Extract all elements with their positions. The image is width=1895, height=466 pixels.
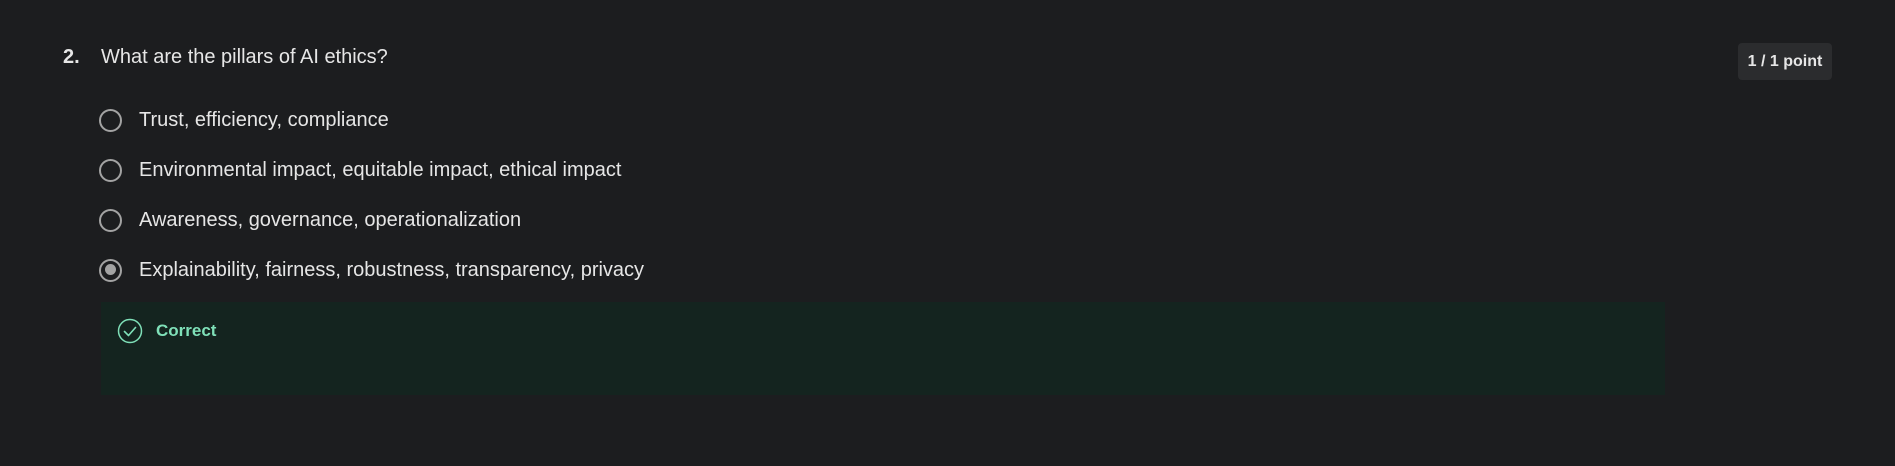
question-text: What are the pillars of AI ethics? <box>101 46 388 68</box>
radio-button[interactable] <box>99 158 122 182</box>
answer-option-3[interactable]: Awareness, governance, operationalizatio… <box>99 206 644 234</box>
quiz-question: 2. What are the pillars of AI ethics? 1 … <box>0 0 1895 466</box>
answer-option-2[interactable]: Environmental impact, equitable impact, … <box>99 156 644 184</box>
option-label: Environmental impact, equitable impact, … <box>139 158 622 181</box>
points-badge: 1 / 1 point <box>1738 43 1832 80</box>
feedback-panel: Correct <box>101 302 1665 395</box>
feedback-label: Correct <box>156 321 217 340</box>
answer-option-1[interactable]: Trust, efficiency, compliance <box>99 106 644 134</box>
radio-button[interactable] <box>99 208 122 232</box>
question-number: 2. <box>63 46 80 68</box>
radio-button-selected[interactable] <box>99 258 122 282</box>
answer-options: Trust, efficiency, compliance Environmen… <box>99 106 644 306</box>
option-label: Awareness, governance, operationalizatio… <box>139 208 522 231</box>
answer-option-4[interactable]: Explainability, fairness, robustness, tr… <box>99 256 644 284</box>
radio-button[interactable] <box>99 108 122 132</box>
option-label: Explainability, fairness, robustness, tr… <box>139 258 645 281</box>
check-circle-icon <box>117 318 143 344</box>
option-label: Trust, efficiency, compliance <box>139 108 389 131</box>
